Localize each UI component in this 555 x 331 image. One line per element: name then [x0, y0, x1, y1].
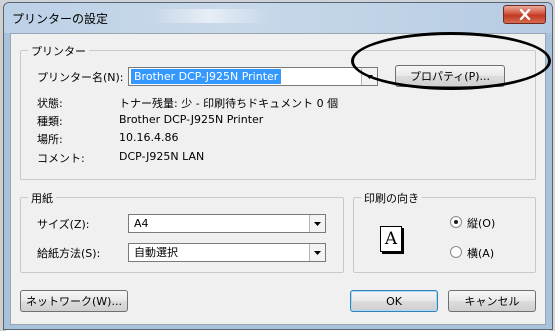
paper-group-label: 用紙: [28, 190, 56, 206]
landscape-radio[interactable]: [450, 246, 462, 258]
close-icon: [519, 9, 530, 20]
title-bar[interactable]: プリンターの設定: [4, 3, 552, 33]
dropdown-arrow-icon: [314, 250, 321, 255]
paper-group: 用紙 サイズ(Z): A4 給紙方法(S): 自動選択: [20, 190, 344, 273]
printer-name-value: Brother DCP-J925N Printer: [131, 69, 282, 84]
network-button[interactable]: ネットワーク(W)...: [20, 290, 128, 312]
type-value: Brother DCP-J925N Printer: [119, 113, 264, 126]
paper-size-label: サイズ(Z):: [37, 218, 90, 231]
paper-size-dropdown-button[interactable]: [309, 215, 325, 232]
paper-source-dropdown-button[interactable]: [309, 244, 325, 261]
paper-size-select[interactable]: A4: [128, 214, 326, 233]
properties-button[interactable]: プロパティ(P)...: [395, 65, 505, 87]
printer-name-dropdown-button[interactable]: [361, 68, 377, 85]
paper-source-select[interactable]: 自動選択: [128, 243, 326, 262]
ok-button[interactable]: OK: [350, 290, 438, 312]
paper-source-value: 自動選択: [134, 246, 178, 259]
paper-size-value: A4: [134, 217, 149, 230]
paper-source-label: 給紙方法(S):: [37, 247, 101, 260]
title-glow: [149, 9, 269, 23]
orientation-icon: A: [380, 226, 402, 252]
dialog-body: プリンター プリンター名(N): Brother DCP-J925N Print…: [10, 33, 546, 325]
printer-name-select[interactable]: Brother DCP-J925N Printer: [128, 67, 378, 86]
landscape-label[interactable]: 横(A): [467, 245, 494, 261]
status-label: 状態:: [37, 97, 63, 110]
window-title: プリンターの設定: [12, 12, 109, 26]
printer-name-label: プリンター名(N):: [37, 71, 124, 84]
orientation-icon-letter: A: [384, 229, 398, 249]
location-label: 場所:: [37, 133, 63, 146]
portrait-radio[interactable]: [450, 216, 462, 228]
dropdown-arrow-icon: [366, 74, 373, 79]
comment-value: DCP-J925N LAN: [119, 150, 205, 163]
type-label: 種類:: [37, 115, 63, 128]
portrait-label[interactable]: 縦(O): [467, 215, 495, 231]
orientation-group: 印刷の向き A 縦(O) 横(A): [353, 190, 536, 273]
dropdown-arrow-icon: [314, 221, 321, 226]
location-value: 10.16.4.86: [119, 131, 179, 144]
printer-group: プリンター プリンター名(N): Brother DCP-J925N Print…: [20, 43, 536, 180]
printer-settings-dialog: プリンターの設定 プリンター プリンター名(N): Brother DCP-J9…: [3, 2, 553, 330]
printer-group-label: プリンター: [28, 43, 89, 59]
status-value: トナー残量: 少 - 印刷待ちドキュメント 0 個: [119, 97, 339, 110]
orientation-group-label: 印刷の向き: [361, 190, 422, 206]
comment-label: コメント:: [37, 152, 85, 165]
cancel-button[interactable]: キャンセル: [448, 290, 536, 312]
close-button[interactable]: [503, 5, 546, 24]
